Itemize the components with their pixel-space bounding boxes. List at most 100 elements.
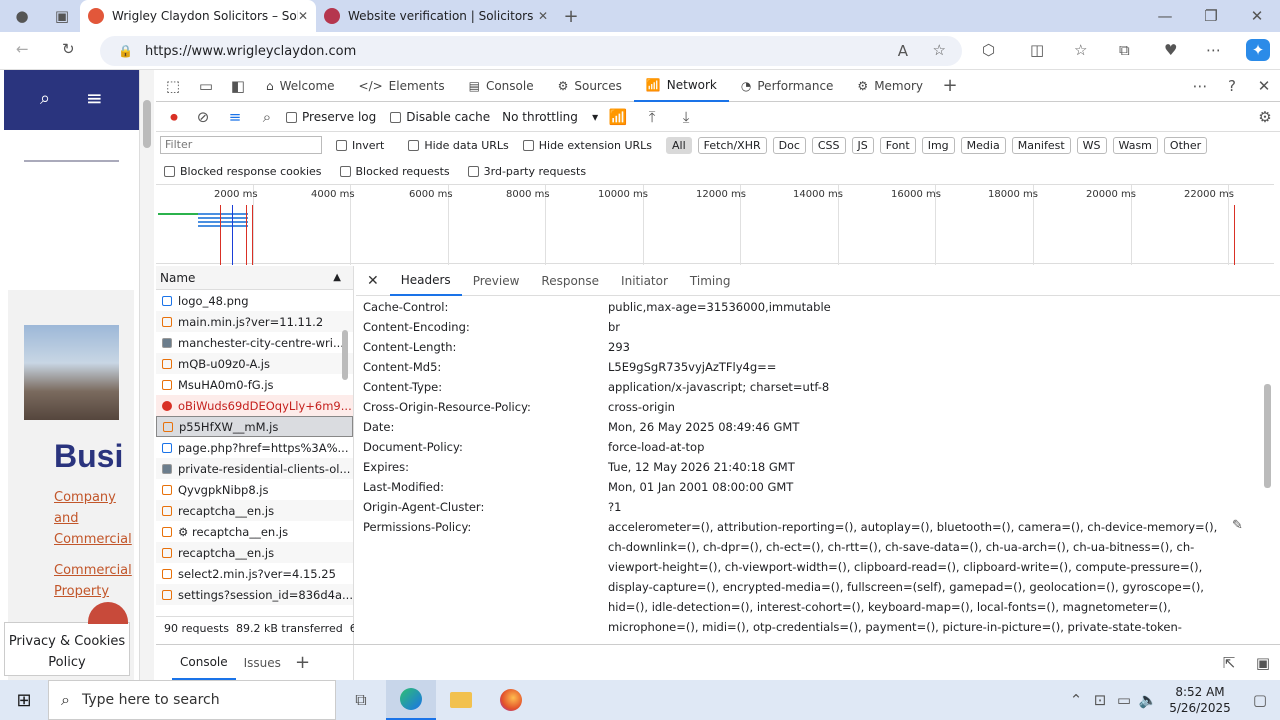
request-row[interactable]: logo_48.png bbox=[156, 290, 353, 311]
request-row[interactable]: QyvgpkNibp8.js bbox=[156, 479, 353, 500]
request-row[interactable]: recaptcha__en.js bbox=[156, 500, 353, 521]
tab-elements[interactable]: </> Elements bbox=[347, 70, 457, 102]
import-icon[interactable]: ⤒ bbox=[638, 108, 666, 126]
filter-toggle-icon[interactable]: ≡ bbox=[222, 108, 248, 126]
favorites-icon[interactable]: ☆ bbox=[1074, 41, 1087, 59]
more-icon[interactable]: ⋯ bbox=[1206, 41, 1221, 59]
type-media[interactable]: Media bbox=[960, 136, 1006, 154]
link-commercial-property[interactable]: Commercial bbox=[54, 563, 132, 578]
details-scroll-thumb[interactable] bbox=[1264, 384, 1271, 488]
help-icon[interactable]: ? bbox=[1216, 77, 1248, 95]
page-scroll-thumb[interactable] bbox=[143, 100, 151, 148]
type-manifest[interactable]: Manifest bbox=[1011, 136, 1071, 154]
favorite-star-icon[interactable]: ☆ bbox=[933, 41, 946, 59]
type-font[interactable]: Font bbox=[879, 136, 916, 154]
firefox-icon[interactable] bbox=[486, 689, 536, 711]
type-wasm[interactable]: Wasm bbox=[1112, 136, 1158, 154]
tab-welcome[interactable]: ⌂ Welcome bbox=[254, 70, 347, 102]
hide-extension-urls-checkbox[interactable]: Hide extension URLs bbox=[522, 139, 652, 152]
extensions-icon[interactable]: ⬡ bbox=[982, 41, 995, 59]
preserve-log-checkbox[interactable]: Preserve log bbox=[286, 110, 376, 124]
type-doc[interactable]: Doc bbox=[772, 136, 806, 154]
copilot-icon[interactable]: ✦ bbox=[1246, 39, 1270, 61]
close-tab-icon[interactable]: ✕ bbox=[298, 9, 308, 23]
request-row[interactable]: private-residential-clients-ol... bbox=[156, 458, 353, 479]
blocked-requests-checkbox[interactable]: Blocked requests bbox=[339, 165, 450, 178]
network-settings-icon[interactable]: ⚙ bbox=[1250, 108, 1280, 126]
tab-network[interactable]: 📶 Network bbox=[633, 70, 729, 102]
menu-icon[interactable]: ≡ bbox=[86, 86, 103, 110]
type-js[interactable]: JS bbox=[851, 136, 874, 154]
type-other[interactable]: Other bbox=[1163, 136, 1208, 154]
type-ws[interactable]: WS bbox=[1076, 136, 1107, 154]
add-tab-icon[interactable]: + bbox=[935, 75, 965, 96]
url-field[interactable]: 🔒 https://www.wrigleyclaydon.com A ☆ bbox=[100, 36, 962, 66]
tab-response[interactable]: Response bbox=[530, 266, 610, 296]
request-list-scroll-thumb[interactable] bbox=[342, 330, 348, 380]
request-row[interactable]: recaptcha__en.js bbox=[156, 542, 353, 563]
profile-icon[interactable]: ● bbox=[0, 7, 44, 25]
link-company[interactable]: Company bbox=[54, 490, 116, 505]
tab-wrigley[interactable]: Wrigley Claydon Solicitors – Solic ✕ bbox=[80, 0, 316, 32]
performance-icon[interactable]: ♥ bbox=[1164, 41, 1177, 59]
drawer-tab-console[interactable]: Console bbox=[172, 646, 236, 680]
inspect-icon[interactable]: ⬚ bbox=[156, 77, 190, 95]
devtools-more-icon[interactable]: ⋯ bbox=[1184, 77, 1216, 95]
request-row[interactable]: select2.min.js?ver=4.15.25 bbox=[156, 563, 353, 584]
split-screen-icon[interactable]: ◫ bbox=[1030, 41, 1044, 59]
tray-network-icon[interactable]: ⊡ bbox=[1088, 691, 1112, 709]
disable-cache-checkbox[interactable]: Disable cache bbox=[390, 110, 490, 124]
request-row[interactable]: MsuHA0m0-fG.js bbox=[156, 374, 353, 395]
type-all[interactable]: All bbox=[666, 136, 692, 154]
details-scrollbar[interactable] bbox=[1262, 300, 1274, 656]
restore-icon[interactable]: ❐ bbox=[1188, 7, 1234, 25]
device-toolbar-icon[interactable]: ▭ bbox=[190, 77, 222, 95]
new-tab-icon[interactable]: + bbox=[556, 6, 586, 27]
tab-verification[interactable]: Website verification | Solicitors R ✕ bbox=[316, 0, 556, 32]
drawer-add-icon[interactable]: + bbox=[295, 652, 310, 673]
request-row[interactable]: manchester-city-centre-wri... bbox=[156, 332, 353, 353]
third-party-checkbox[interactable]: 3rd-party requests bbox=[467, 165, 586, 178]
type-css[interactable]: CSS bbox=[811, 136, 846, 154]
taskbar-search[interactable]: ⌕ Type here to search bbox=[48, 680, 336, 720]
tab-console[interactable]: ▤ Console bbox=[457, 70, 546, 102]
request-row-selected[interactable]: p55HfXW__mM.js bbox=[156, 416, 353, 437]
close-details-icon[interactable]: ✕ bbox=[356, 266, 390, 296]
tab-sources[interactable]: ⚙ Sources bbox=[546, 70, 634, 102]
minimize-icon[interactable]: — bbox=[1142, 7, 1188, 25]
name-column-header[interactable]: Name ▲ bbox=[156, 266, 353, 290]
type-fetch[interactable]: Fetch/XHR bbox=[697, 136, 767, 154]
export-icon[interactable]: ⤓ bbox=[672, 108, 700, 126]
link-property[interactable]: Property bbox=[54, 584, 109, 599]
request-row[interactable]: settings?session_id=836d4a... bbox=[156, 584, 353, 605]
throttling-select[interactable]: No throttling ▾ bbox=[502, 110, 598, 124]
edge-taskbar-icon[interactable] bbox=[386, 680, 436, 720]
network-conditions-icon[interactable]: 📶 bbox=[604, 108, 632, 126]
cookie-policy-box[interactable]: Privacy & Cookies Policy bbox=[4, 622, 130, 676]
collections-icon[interactable]: ⧉ bbox=[1119, 41, 1130, 59]
notification-icon[interactable]: ▢ bbox=[1240, 691, 1280, 709]
close-window-icon[interactable]: ✕ bbox=[1234, 7, 1280, 25]
tab-actions-icon[interactable]: ▣ bbox=[44, 7, 80, 25]
dock-icon[interactable]: ◧ bbox=[222, 77, 254, 95]
close-tab-icon[interactable]: ✕ bbox=[538, 9, 548, 23]
clock[interactable]: 8:52 AM 5/26/2025 bbox=[1160, 684, 1240, 716]
record-icon[interactable]: ⏺ bbox=[164, 108, 184, 126]
site-search-icon[interactable]: ⌕ bbox=[40, 88, 50, 109]
filter-input[interactable]: Filter bbox=[160, 136, 322, 154]
tray-wifi-icon[interactable]: ▭ bbox=[1112, 691, 1136, 709]
clear-icon[interactable]: ⊘ bbox=[190, 108, 216, 126]
windows-start-icon[interactable]: ⊞ bbox=[0, 680, 48, 720]
undock-drawer-icon[interactable]: ⇱ bbox=[1212, 654, 1246, 672]
back-icon[interactable]: ← bbox=[16, 40, 29, 58]
request-row-error[interactable]: oBiWuds69dDEOqyLly+6m9... bbox=[156, 395, 353, 416]
drawer-tab-issues[interactable]: Issues bbox=[244, 656, 281, 670]
edit-pencil-icon[interactable]: ✎ bbox=[1232, 518, 1243, 533]
page-scrollbar[interactable] bbox=[140, 70, 154, 680]
close-drawer-icon[interactable]: ▣ bbox=[1246, 654, 1280, 672]
task-view-icon[interactable]: ⧉ bbox=[336, 690, 386, 710]
hide-data-urls-checkbox[interactable]: Hide data URLs bbox=[408, 139, 509, 152]
link-commercial[interactable]: Commercial bbox=[54, 532, 132, 547]
link-and[interactable]: and bbox=[54, 511, 78, 526]
refresh-icon[interactable]: ↻ bbox=[62, 40, 75, 58]
